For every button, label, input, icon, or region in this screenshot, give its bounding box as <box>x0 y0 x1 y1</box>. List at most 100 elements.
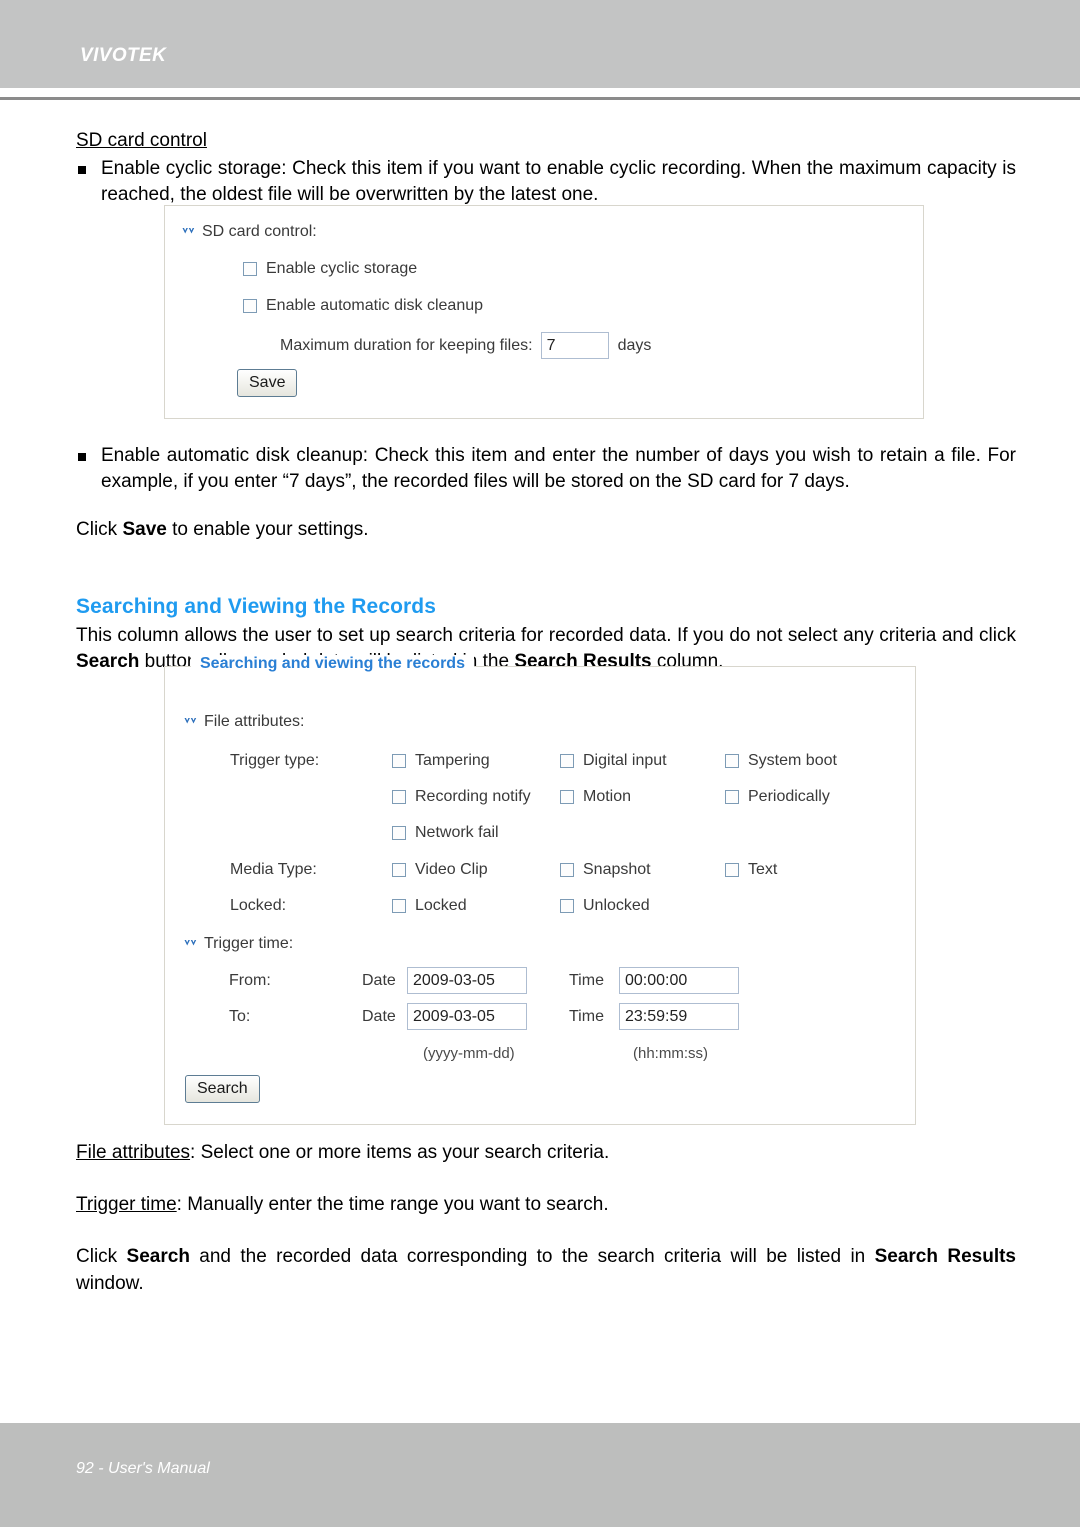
page-footer: 92 - User's Manual <box>0 1423 1080 1527</box>
enable-cyclic-storage-row[interactable]: Enable cyclic storage <box>243 260 417 278</box>
to-time-input[interactable] <box>619 1003 739 1030</box>
list-item: Enable cyclic storage: Check this item i… <box>76 156 1016 208</box>
media-type-text-checkbox[interactable] <box>725 863 739 877</box>
search-panel-legend: Searching and viewing the records <box>191 655 474 673</box>
bullet-term: Enable cyclic storage <box>101 157 282 179</box>
trigger-type-digital-input-label: Digital input <box>583 752 667 769</box>
trigger-type-tampering-label: Tampering <box>415 752 490 769</box>
from-time-input[interactable] <box>619 967 739 994</box>
search-criteria-panel: Searching and viewing the records File a… <box>164 655 916 1125</box>
locked-locked-row[interactable]: Locked <box>392 897 467 915</box>
sd-card-control-section-header[interactable]: SD card control: <box>182 223 317 241</box>
document-body: SD card control Enable cyclic storage: C… <box>76 128 1016 208</box>
final-pre: Click <box>76 1246 127 1268</box>
footer-page-label: 92 - User's Manual <box>76 1460 210 1477</box>
trigger-time-desc: : Manually enter the time range you want… <box>176 1194 609 1216</box>
locked-locked-checkbox[interactable] <box>392 899 406 913</box>
trigger-time-label: Trigger time: <box>204 935 294 952</box>
enable-automatic-disk-cleanup-checkbox[interactable] <box>243 299 257 313</box>
maximum-duration-label: Maximum duration for keeping files: <box>280 336 533 354</box>
maximum-duration-unit: days <box>617 336 652 354</box>
trigger-type-digital-input-row[interactable]: Digital input <box>560 752 667 770</box>
trigger-type-network-fail-row[interactable]: Network fail <box>392 824 499 842</box>
search-button[interactable]: Search <box>185 1075 260 1103</box>
from-label: From: <box>229 972 271 989</box>
enable-automatic-disk-cleanup-row[interactable]: Enable automatic disk cleanup <box>243 297 483 315</box>
trigger-type-recording-notify-row[interactable]: Recording notify <box>392 788 531 806</box>
date-format-hint: (yyyy-mm-dd) <box>423 1045 515 1062</box>
header-divider <box>0 97 1080 100</box>
media-type-text-row[interactable]: Text <box>725 861 777 879</box>
file-attributes-note: File attributes: Select one or more item… <box>76 1140 1016 1166</box>
media-type-video-clip-checkbox[interactable] <box>392 863 406 877</box>
click-save-paragraph: Click Save to enable your settings. <box>76 517 1016 543</box>
click-save-pre: Click <box>76 519 123 541</box>
final-note: Click Search and the recorded data corre… <box>76 1244 1016 1296</box>
media-type-label: Media Type: <box>230 861 317 878</box>
from-time-label: Time <box>569 972 604 989</box>
save-keyword: Save <box>122 519 167 541</box>
final-search-keyword: Search <box>126 1246 190 1268</box>
file-attributes-desc: : Select one or more items as your searc… <box>190 1142 610 1163</box>
search-keyword: Search <box>76 651 140 673</box>
trigger-time-term: Trigger time <box>76 1194 177 1216</box>
trigger-type-tampering-row[interactable]: Tampering <box>392 752 490 770</box>
trigger-type-periodically-label: Periodically <box>748 788 830 805</box>
locked-unlocked-row[interactable]: Unlocked <box>560 897 650 915</box>
locked-locked-label: Locked <box>415 897 467 914</box>
time-format-hint: (hh:mm:ss) <box>633 1045 708 1062</box>
media-type-snapshot-row[interactable]: Snapshot <box>560 861 651 879</box>
file-attributes-section-header[interactable]: File attributes: <box>184 713 304 731</box>
trigger-type-periodically-checkbox[interactable] <box>725 790 739 804</box>
chevron-down-icon <box>184 939 197 949</box>
media-type-snapshot-checkbox[interactable] <box>560 863 574 877</box>
maximum-duration-input[interactable] <box>540 332 609 359</box>
locked-label: Locked: <box>230 897 287 914</box>
media-type-video-clip-row[interactable]: Video Clip <box>392 861 488 879</box>
save-button[interactable]: Save <box>237 369 298 397</box>
trigger-time-note: Trigger time: Manually enter the time ra… <box>76 1192 1016 1218</box>
click-save-post: to enable your settings. <box>166 519 369 541</box>
page-header: VIVOTEK <box>0 0 1080 88</box>
trigger-type-recording-notify-label: Recording notify <box>415 788 531 805</box>
trigger-type-motion-row[interactable]: Motion <box>560 788 631 806</box>
sd-card-control-section-label: SD card control: <box>202 223 317 240</box>
trigger-type-recording-notify-checkbox[interactable] <box>392 790 406 804</box>
search-notes: File attributes: Select one or more item… <box>76 1140 1016 1297</box>
chevron-down-icon <box>184 717 197 727</box>
media-type-snapshot-label: Snapshot <box>583 861 651 878</box>
trigger-type-motion-label: Motion <box>583 788 632 805</box>
trigger-type-system-boot-row[interactable]: System boot <box>725 752 837 770</box>
to-label: To: <box>229 1008 251 1025</box>
trigger-type-tampering-checkbox[interactable] <box>392 754 406 768</box>
final-post: window. <box>76 1272 144 1294</box>
trigger-type-network-fail-label: Network fail <box>415 824 499 841</box>
chevron-down-icon <box>182 227 195 237</box>
trigger-time-section-header[interactable]: Trigger time: <box>184 935 293 953</box>
media-type-video-clip-label: Video Clip <box>415 861 488 878</box>
from-date-input[interactable] <box>407 967 527 994</box>
locked-unlocked-label: Unlocked <box>583 897 650 914</box>
intro-part-1: This column allows the user to set up se… <box>76 625 1016 646</box>
trigger-type-periodically-row[interactable]: Periodically <box>725 788 830 806</box>
locked-unlocked-checkbox[interactable] <box>560 899 574 913</box>
sd-bullet-list-1: Enable cyclic storage: Check this item i… <box>76 156 1016 208</box>
trigger-type-system-boot-checkbox[interactable] <box>725 754 739 768</box>
final-mid: and the recorded data corresponding to t… <box>189 1246 875 1268</box>
sd-card-control-title: SD card control <box>76 130 207 151</box>
enable-automatic-disk-cleanup-label: Enable automatic disk cleanup <box>266 297 484 314</box>
enable-cyclic-storage-checkbox[interactable] <box>243 262 257 276</box>
file-attributes-label: File attributes: <box>204 713 305 730</box>
enable-cyclic-storage-label: Enable cyclic storage <box>266 260 418 277</box>
trigger-type-network-fail-checkbox[interactable] <box>392 826 406 840</box>
media-type-text-label: Text <box>748 861 778 878</box>
trigger-type-digital-input-checkbox[interactable] <box>560 754 574 768</box>
to-date-label: Date <box>362 1008 396 1025</box>
to-date-input[interactable] <box>407 1003 527 1030</box>
trigger-type-motion-checkbox[interactable] <box>560 790 574 804</box>
document-body-2: Enable automatic disk cleanup: Check thi… <box>76 443 1016 544</box>
file-attributes-term: File attributes <box>76 1142 191 1163</box>
from-date-label: Date <box>362 972 396 989</box>
brand-logo: VIVOTEK <box>80 45 167 66</box>
maximum-duration-row: Maximum duration for keeping files: days <box>280 332 651 359</box>
